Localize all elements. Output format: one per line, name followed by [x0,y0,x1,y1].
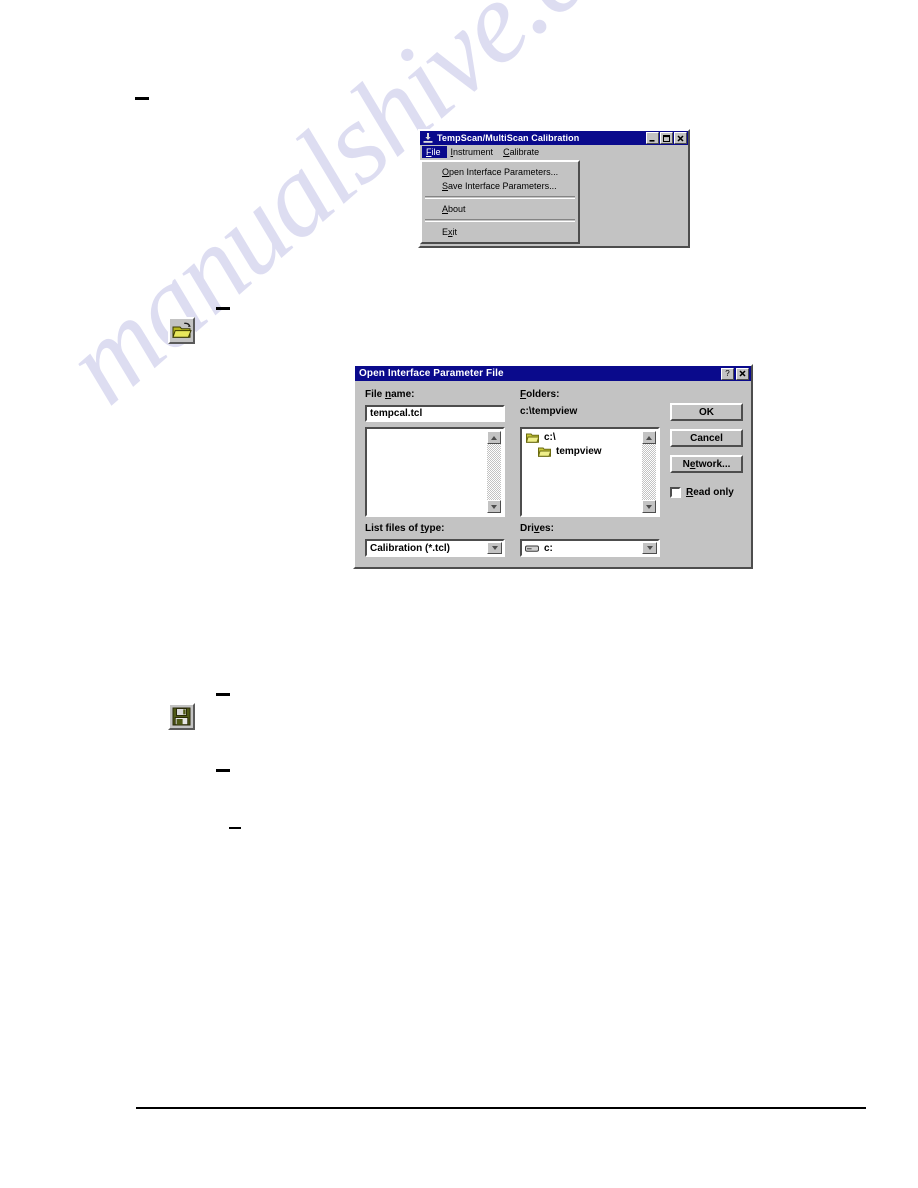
menu-separator [425,219,575,222]
drive-icon [525,544,539,553]
scroll-up-icon[interactable] [642,431,656,444]
scroll-down-icon[interactable] [487,500,501,513]
file-name-label: File name: [365,389,415,400]
save-floppy-icon [170,705,193,728]
chevron-down-icon[interactable] [642,542,657,554]
redaction-dash [229,827,241,829]
calibration-titlebar: TempScan/MultiScan Calibration [420,131,688,145]
read-only-checkbox[interactable] [670,487,681,498]
close-icon[interactable] [674,132,687,144]
file-name-value: tempcal.tcl [370,408,423,419]
list-files-of-type-value: Calibration (*.tcl) [370,542,451,554]
redaction-dash [216,693,230,696]
ok-button[interactable]: OK [670,403,743,421]
dialog-titlebar: Open Interface Parameter File ? [355,366,751,381]
folder-icon [538,446,551,457]
folder-tree-item[interactable]: tempview [526,446,658,457]
redaction-dash [216,769,230,772]
menu-item-open-interface-parameters[interactable]: Open Interface Parameters... [422,165,578,179]
drives-label: Drives: [520,523,554,534]
calibration-client-area: Open Interface Parameters... Save Interf… [420,160,688,246]
redaction-dash [135,97,149,100]
maximize-button[interactable] [660,132,673,144]
list-files-of-type-select[interactable]: Calibration (*.tcl) [365,539,505,557]
open-file-dialog: Open Interface Parameter File ? File nam… [353,364,753,569]
menu-separator [425,196,575,199]
drives-value: c: [544,542,553,554]
scroll-down-icon[interactable] [642,500,656,513]
menu-file[interactable]: File [422,146,447,158]
cancel-button[interactable]: Cancel [670,429,743,447]
network-button[interactable]: Network... [670,455,743,473]
help-icon[interactable]: ? [721,367,734,380]
menu-item-save-interface-parameters[interactable]: Save Interface Parameters... [422,179,578,193]
footer-divider [136,1107,866,1109]
menu-item-exit[interactable]: Exit [422,225,578,239]
scroll-up-icon[interactable] [487,431,501,444]
file-list-box[interactable] [365,427,505,517]
folder-list-scrollbar[interactable] [642,431,656,513]
scroll-track[interactable] [642,444,656,500]
redaction-dash [216,307,230,310]
menu-item-about[interactable]: About [422,202,578,216]
close-icon[interactable] [736,367,749,380]
app-icon [422,132,434,144]
dialog-body: File name: tempcal.tcl List files of typ… [355,381,751,567]
minimize-button[interactable] [646,132,659,144]
folder-tree-item[interactable]: c:\ [526,432,658,443]
file-list-scrollbar[interactable] [487,431,501,513]
calibration-window-buttons [646,132,687,144]
file-name-input[interactable]: tempcal.tcl [365,405,505,422]
open-folder-icon-button[interactable] [168,317,195,344]
read-only-label: Read only [686,487,734,498]
dialog-title: Open Interface Parameter File [359,368,504,379]
menu-calibrate[interactable]: Calibrate [499,146,545,158]
menu-instrument[interactable]: Instrument [447,146,500,158]
folder-label: tempview [556,446,602,457]
open-folder-icon [170,319,193,342]
folder-open-icon [526,432,539,443]
current-path: c:\tempview [520,406,578,417]
folder-label: c:\ [544,432,556,443]
folders-label: Folders: [520,389,560,400]
scroll-track[interactable] [487,444,501,500]
calibration-menubar: File Instrument Calibrate [420,145,688,160]
calibration-window: TempScan/MultiScan Calibration File Inst… [418,129,690,248]
calibration-title: TempScan/MultiScan Calibration [437,133,580,143]
drives-select[interactable]: c: [520,539,660,557]
list-files-of-type-label: List files of type: [365,523,445,534]
read-only-checkbox-row[interactable]: Read only [670,487,734,498]
file-dropdown-menu: Open Interface Parameters... Save Interf… [420,160,580,244]
folder-list-box[interactable]: c:\ tempview [520,427,660,517]
chevron-down-icon[interactable] [487,542,502,554]
save-floppy-icon-button[interactable] [168,703,195,730]
